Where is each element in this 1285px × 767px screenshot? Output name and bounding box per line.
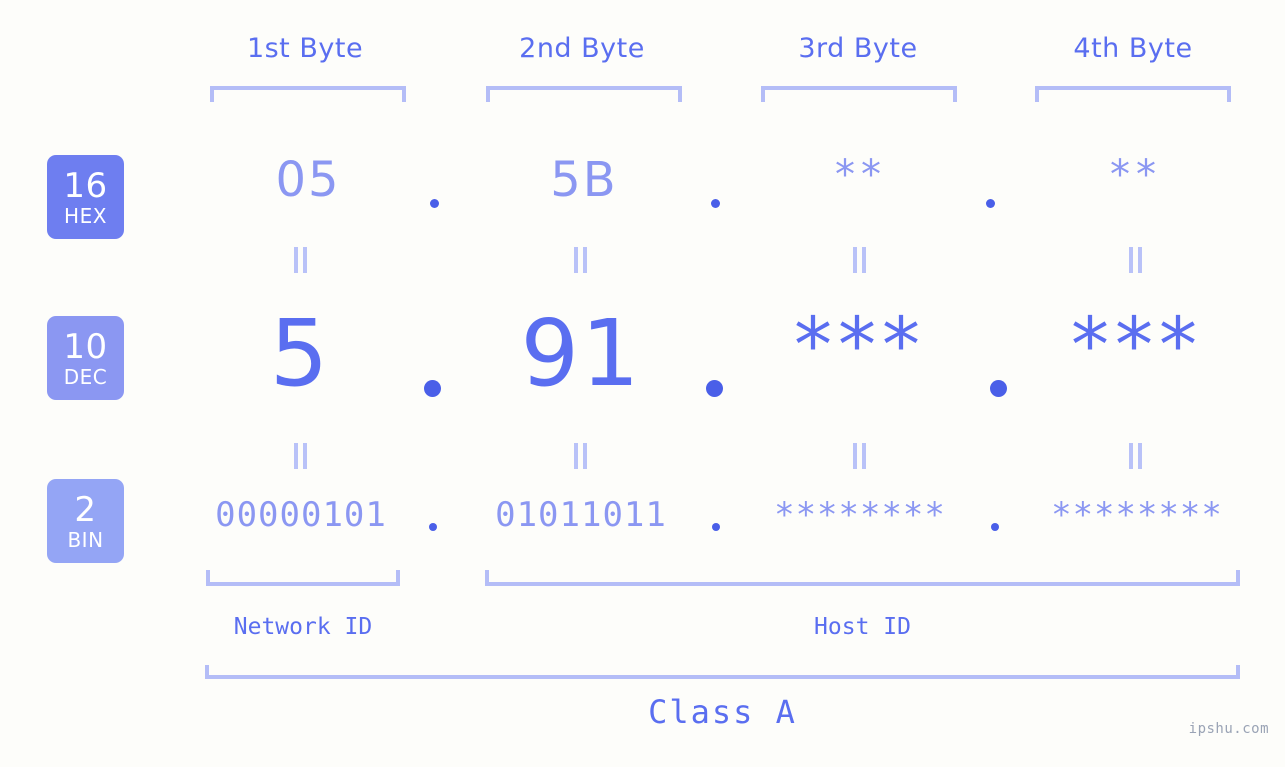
dec-separator-dot-2 xyxy=(706,380,723,397)
network-id-bracket xyxy=(206,570,400,586)
bin-separator-dot-2 xyxy=(712,523,720,531)
byte-bracket-top-3 xyxy=(761,86,957,102)
network-id-label: Network ID xyxy=(233,614,373,640)
equals-marker-hex-dec-3 xyxy=(851,247,869,273)
bin-separator-dot-1 xyxy=(429,523,437,531)
hex-separator-dot-1 xyxy=(430,199,439,208)
equals-marker-hex-dec-4 xyxy=(1127,247,1145,273)
dec-byte-3: *** xyxy=(794,300,926,389)
dec-byte-1: 5 xyxy=(269,300,331,407)
equals-marker-hex-dec-1 xyxy=(292,247,310,273)
radix-badge-bin-number: 2 xyxy=(74,489,97,530)
radix-badge-dec-unit: DEC xyxy=(63,364,108,389)
class-label: Class A xyxy=(648,693,797,731)
bin-byte-1: 00000101 xyxy=(215,495,387,535)
byte-bracket-top-2 xyxy=(486,86,682,102)
byte-header-label-2: 2nd Byte xyxy=(519,33,645,64)
equals-marker-hex-dec-2 xyxy=(572,247,590,273)
site-watermark: ipshu.com xyxy=(1188,721,1269,737)
bin-byte-2: 01011011 xyxy=(495,495,667,535)
class-bracket xyxy=(205,665,1240,679)
hex-separator-dot-2 xyxy=(711,199,720,208)
radix-badge-hex-unit: HEX xyxy=(64,203,107,228)
ip-address-breakdown-diagram: 1st Byte 2nd Byte 3rd Byte 4th Byte 16 H… xyxy=(0,0,1285,767)
host-id-bracket xyxy=(485,570,1240,586)
hex-byte-4: ** xyxy=(1110,152,1162,198)
byte-bracket-top-4 xyxy=(1035,86,1231,102)
equals-marker-dec-bin-3 xyxy=(851,443,869,469)
equals-marker-dec-bin-1 xyxy=(292,443,310,469)
dec-byte-2: 91 xyxy=(520,300,642,407)
hex-byte-1: 05 xyxy=(275,152,341,208)
dec-byte-4: *** xyxy=(1071,300,1203,389)
bin-separator-dot-3 xyxy=(991,523,999,531)
radix-badge-dec: 10 DEC xyxy=(47,316,124,400)
radix-badge-bin-unit: BIN xyxy=(67,527,104,552)
host-id-label: Host ID xyxy=(814,614,911,640)
bin-byte-4: ******** xyxy=(1051,495,1223,535)
byte-header-label-3: 3rd Byte xyxy=(798,33,918,64)
radix-badge-hex-number: 16 xyxy=(63,165,108,206)
equals-marker-dec-bin-2 xyxy=(572,443,590,469)
hex-separator-dot-3 xyxy=(986,199,995,208)
bin-byte-3: ******** xyxy=(774,495,946,535)
byte-bracket-top-1 xyxy=(210,86,406,102)
equals-marker-dec-bin-4 xyxy=(1127,443,1145,469)
radix-badge-dec-number: 10 xyxy=(63,326,108,367)
dec-separator-dot-3 xyxy=(990,380,1007,397)
dec-separator-dot-1 xyxy=(424,380,441,397)
hex-byte-2: 5B xyxy=(550,152,618,208)
byte-header-label-1: 1st Byte xyxy=(246,33,364,64)
byte-header-label-4: 4th Byte xyxy=(1073,33,1193,64)
radix-badge-bin: 2 BIN xyxy=(47,479,124,563)
hex-byte-3: ** xyxy=(835,152,887,198)
radix-badge-hex: 16 HEX xyxy=(47,155,124,239)
